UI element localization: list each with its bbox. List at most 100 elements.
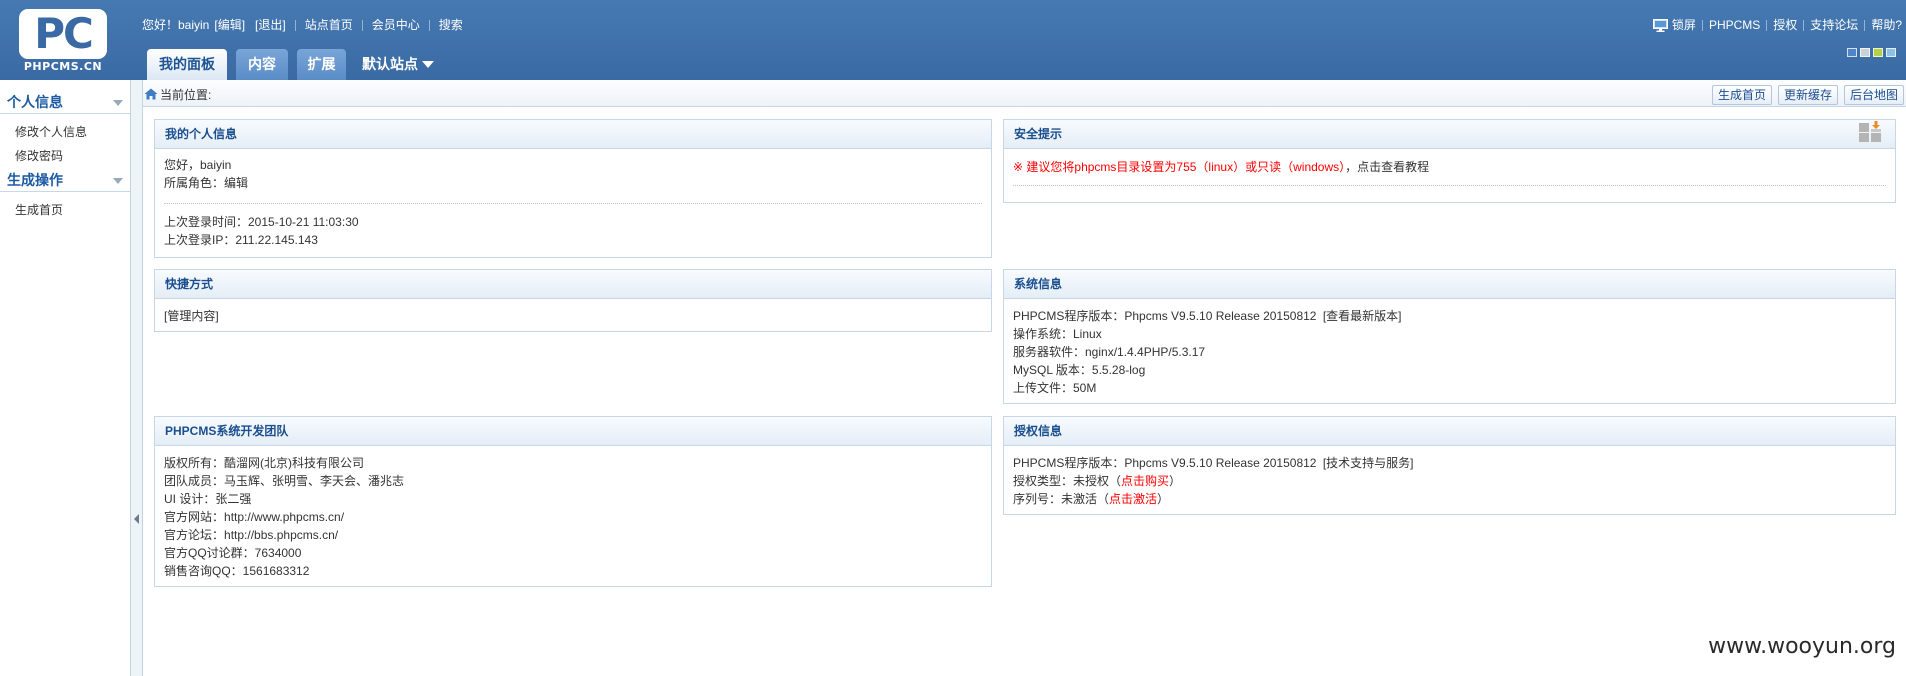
arrow-left-icon[interactable]	[134, 514, 139, 524]
panel-dev-team: PHPCMS系统开发团队 版权所有：酷溜网(北京)科技有限公司 团队成员：马玉辉…	[154, 416, 992, 587]
last-login-time: 上次登录时间：2015-10-21 11:03:30	[164, 215, 359, 229]
program-version: PHPCMS程序版本：Phpcms V9.5.10 Release 201508…	[1013, 309, 1317, 323]
official-forum-link[interactable]: http://bbs.phpcms.cn/	[224, 528, 338, 542]
separator	[428, 19, 430, 31]
buy-license-link[interactable]: 点击购买	[1121, 474, 1169, 488]
check-latest-version-link[interactable]: [查看最新版本]	[1323, 309, 1402, 323]
team-members: 团队成员：马玉辉、张明雪、李天会、潘兆志	[164, 474, 405, 488]
theme-swatch-light-blue[interactable]	[1886, 48, 1896, 57]
phpcms-link[interactable]: PHPCMS	[1709, 16, 1760, 34]
theme-switcher	[1847, 48, 1896, 57]
panel-body: PHPCMS程序版本：Phpcms V9.5.10 Release 201508…	[1004, 446, 1895, 508]
separator	[1766, 19, 1768, 31]
top-right-links: 锁屏 PHPCMS 授权 支持论坛 帮助?	[1652, 16, 1902, 34]
panel-header: 快捷方式	[155, 270, 991, 299]
sidebar-collapse-bar[interactable]	[131, 80, 143, 676]
breadcrumb: 当前位置:	[160, 88, 212, 102]
separator	[1803, 19, 1805, 31]
tutorial-link[interactable]: ，点击查看教程	[1345, 160, 1429, 174]
panel-my-info: 我的个人信息 您好，baiyin 所属角色：编辑 上次登录时间：2015-10-…	[154, 119, 992, 258]
site-select[interactable]: 默认站点	[362, 55, 434, 73]
update-cache-button[interactable]: 更新缓存	[1777, 85, 1838, 105]
sidebar-item-generate-home[interactable]: 生成首页	[15, 201, 63, 219]
panel-body: ※ 建议您将phpcms目录设置为755（linux）或只读（windows），…	[1004, 149, 1895, 186]
logo-mark: PC	[34, 9, 94, 58]
copyright-info: 版权所有：酷溜网(北京)科技有限公司	[164, 456, 364, 470]
generate-home-button[interactable]: 生成首页	[1711, 85, 1772, 105]
panel-body: PHPCMS程序版本：Phpcms V9.5.10 Release 201508…	[1004, 299, 1895, 397]
upload-limit-info: 上传文件：50M	[1013, 381, 1097, 395]
top-header: PC PHPCMS.CN 您好！baiyin [编辑] [退出] 站点首页 会员…	[0, 0, 1906, 80]
monitor-icon[interactable]	[1652, 18, 1668, 32]
panel-title: PHPCMS系统开发团队	[165, 424, 289, 438]
panel-header: PHPCMS系统开发团队	[155, 417, 991, 446]
panel-system-info: 系统信息 PHPCMS程序版本：Phpcms V9.5.10 Release 2…	[1003, 269, 1896, 404]
lock-screen-link[interactable]: 锁屏	[1672, 16, 1696, 34]
toolbar: 生成首页 更新缓存 后台地图	[1711, 85, 1904, 105]
activate-link[interactable]: 点击激活	[1109, 492, 1157, 506]
tech-support-link[interactable]: [技术支持与服务]	[1323, 456, 1414, 470]
sidebar-group-title: 生成操作	[7, 172, 63, 188]
grid-arrow-icon[interactable]	[1858, 120, 1884, 144]
support-forum-link[interactable]: 支持论坛	[1810, 16, 1858, 34]
tab-my-panel[interactable]: 我的面板	[147, 49, 227, 80]
sidebar-item-change-password[interactable]: 修改密码	[15, 147, 63, 165]
edit-profile-link[interactable]: [编辑]	[214, 16, 245, 34]
separator	[294, 19, 296, 31]
official-forum-label: 官方论坛：	[164, 528, 225, 542]
sidebar-group-personal-info[interactable]: 个人信息	[0, 90, 130, 114]
license-type-label: 授权类型：未授权（	[1013, 474, 1122, 488]
chevron-down-icon[interactable]	[113, 178, 123, 184]
panel-license: 授权信息 PHPCMS程序版本：Phpcms V9.5.10 Release 2…	[1003, 416, 1896, 515]
site-select-label: 默认站点	[362, 56, 418, 72]
panel-title: 系统信息	[1014, 277, 1063, 291]
caret-down-icon	[422, 60, 434, 68]
tab-content[interactable]: 内容	[236, 49, 288, 80]
theme-swatch-gray[interactable]	[1860, 48, 1870, 57]
version-line: PHPCMS程序版本：Phpcms V9.5.10 Release 201508…	[1013, 307, 1886, 325]
sales-qq-info: 销售咨询QQ：1561683312	[164, 564, 310, 578]
sidebar-group-title: 个人信息	[7, 94, 63, 110]
panel-header: 我的个人信息	[155, 120, 991, 149]
watermark: www.wooyun.org	[1708, 634, 1896, 659]
panel-header: 授权信息	[1004, 417, 1895, 446]
security-warning-line: ※ 建议您将phpcms目录设置为755（linux）或只读（windows），…	[1013, 158, 1886, 176]
official-website-link[interactable]: http://www.phpcms.cn/	[224, 510, 344, 524]
sidebar-item-edit-profile[interactable]: 修改个人信息	[15, 123, 87, 141]
greeting-text: 您好，baiyin	[164, 158, 232, 172]
license-link[interactable]: 授权	[1773, 16, 1797, 34]
panel-body: 您好，baiyin 所属角色：编辑 上次登录时间：2015-10-21 11:0…	[155, 149, 991, 249]
serial-number-label: 序列号：未激活（	[1013, 492, 1110, 506]
panel-security: 安全提示 ※ 建议您将phpcms目录设置为755（linux）或只读（wind…	[1003, 119, 1896, 203]
shortcut-manage-content[interactable]: [管理内容]	[164, 307, 982, 325]
panel-title: 安全提示	[1014, 127, 1063, 141]
divider	[1013, 185, 1886, 186]
sidebar-group-generate[interactable]: 生成操作	[0, 168, 130, 192]
os-info: 操作系统：Linux	[1013, 327, 1102, 341]
separator	[361, 19, 363, 31]
ui-designer: UI 设计：张二强	[164, 492, 252, 506]
member-center-link[interactable]: 会员中心	[372, 16, 420, 34]
panel-title: 快捷方式	[165, 277, 214, 291]
license-type-close: ）	[1169, 474, 1182, 488]
tab-extend[interactable]: 扩展	[297, 49, 346, 80]
separator	[1864, 19, 1866, 31]
site-home-link[interactable]: 站点首页	[305, 16, 353, 34]
theme-swatch-green[interactable]	[1873, 48, 1883, 57]
user-bar: 您好！baiyin [编辑] [退出] 站点首页 会员中心 搜索	[142, 16, 463, 34]
logout-link[interactable]: [退出]	[255, 16, 286, 34]
logo[interactable]: PC	[19, 9, 107, 59]
security-warning: ※ 建议您将phpcms目录设置为755（linux）或只读（windows）	[1013, 160, 1346, 174]
help-link[interactable]: 帮助?	[1871, 16, 1902, 34]
search-link[interactable]: 搜索	[439, 16, 463, 34]
official-website-line: 官方网站：http://www.phpcms.cn/	[164, 508, 982, 526]
role-text: 所属角色：编辑	[164, 176, 249, 190]
chevron-down-icon[interactable]	[113, 100, 123, 106]
theme-swatch-blue[interactable]	[1847, 48, 1857, 57]
panel-header: 安全提示	[1004, 120, 1895, 149]
site-map-button[interactable]: 后台地图	[1843, 85, 1904, 105]
left-sidebar: 个人信息 修改个人信息 修改密码 生成操作 生成首页	[0, 80, 131, 676]
logo-wordmark: PHPCMS.CN	[23, 60, 103, 73]
breadcrumb-bar	[143, 80, 1906, 107]
license-type-line: 授权类型：未授权（点击购买）	[1013, 472, 1886, 490]
